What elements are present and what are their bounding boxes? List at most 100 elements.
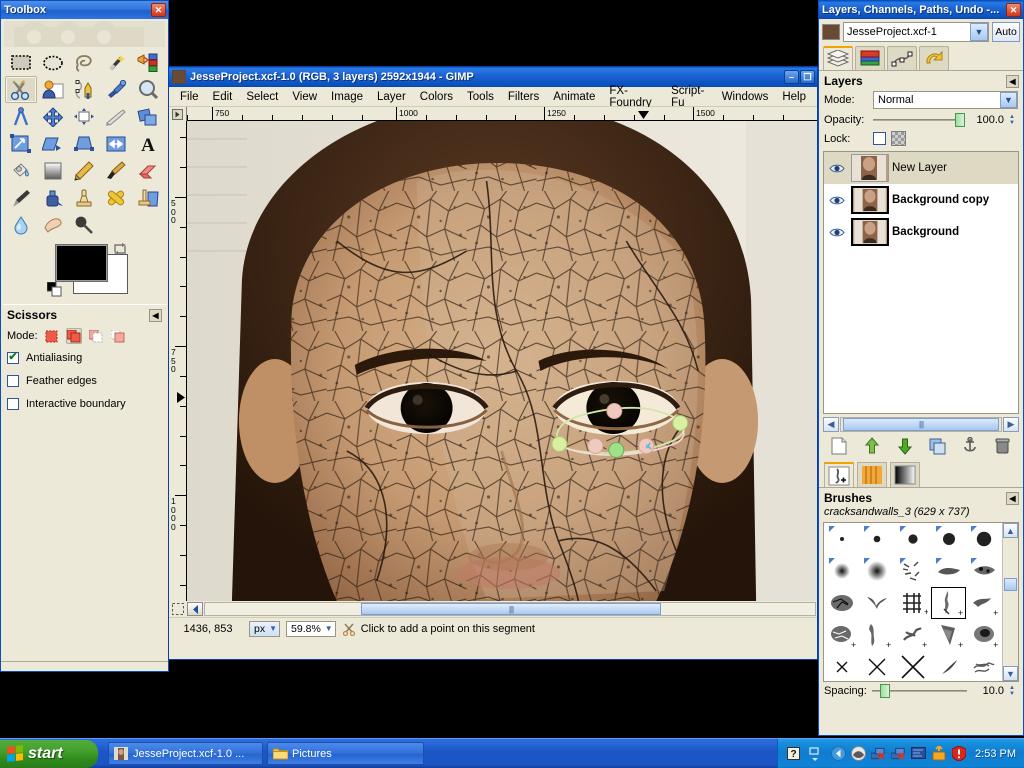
list-item[interactable]: + <box>895 587 931 619</box>
layer-scrollbar-thumb[interactable]: |||| <box>843 418 999 431</box>
list-item[interactable]: + <box>931 619 967 651</box>
display-tray-icon[interactable] <box>911 746 927 761</box>
list-item[interactable] <box>860 555 896 587</box>
show-hidden-icons-icon[interactable] <box>807 746 822 761</box>
menu-view[interactable]: View <box>285 89 324 105</box>
clone-tool[interactable] <box>69 184 101 211</box>
image-selector-combo[interactable]: JesseProject.xcf-1 ▼ <box>843 22 989 42</box>
dock-titlebar[interactable]: Layers, Channels, Paths, Undo -... ✕ <box>819 1 1023 19</box>
network-disconnected-2-tray-icon[interactable] <box>891 746 906 761</box>
spacing-spinner[interactable]: ▲ ▼ <box>1009 685 1018 697</box>
list-item[interactable]: + <box>966 619 1002 651</box>
menu-edit[interactable]: Edit <box>206 89 240 105</box>
layer-opacity-slider[interactable] <box>873 113 965 127</box>
rotate-tool[interactable] <box>132 103 164 130</box>
dock-close-button[interactable]: ✕ <box>1006 3 1021 17</box>
taskbar-button-gimp[interactable]: JesseProject.xcf-1.0 ... <box>108 742 263 765</box>
eraser-tool[interactable] <box>132 157 164 184</box>
opacity-spinner[interactable]: ▲ ▼ <box>1009 114 1018 126</box>
swap-colors-icon[interactable] <box>113 242 127 256</box>
heal-tool[interactable] <box>100 184 132 211</box>
free-select-tool[interactable] <box>69 49 101 76</box>
paths-tool[interactable] <box>69 76 101 103</box>
patterns-tab[interactable] <box>857 462 887 487</box>
antialiasing-row[interactable]: ✔ Antialiasing <box>7 352 162 364</box>
menu-animate[interactable]: Animate <box>546 89 602 105</box>
layer-mode-combo[interactable]: Normal ▼ <box>873 91 1018 109</box>
ink-tool[interactable] <box>37 184 69 211</box>
unit-selector[interactable]: px ▼ <box>249 620 281 637</box>
mode-replace-button[interactable] <box>44 328 60 344</box>
layer-visibility-toggle[interactable] <box>826 190 848 210</box>
menu-select[interactable]: Select <box>239 89 285 105</box>
lock-pixels-checkbox[interactable] <box>873 132 886 145</box>
feather-edges-row[interactable]: Feather edges <box>7 375 162 387</box>
list-item[interactable]: + <box>824 619 860 651</box>
brushes-tab[interactable] <box>824 462 854 487</box>
gradients-tab[interactable] <box>890 462 920 487</box>
start-button[interactable]: start <box>0 739 98 768</box>
list-item[interactable] <box>966 651 1002 683</box>
list-item[interactable] <box>931 651 967 683</box>
scissors-select-tool[interactable] <box>5 76 37 103</box>
table-row[interactable]: New Layer <box>824 152 1018 184</box>
update-tray-icon[interactable] <box>931 746 946 761</box>
list-item[interactable]: + <box>860 619 896 651</box>
table-row[interactable]: Background <box>824 216 1018 248</box>
color-picker-tool[interactable] <box>100 76 132 103</box>
image-selector-chevron-down-icon[interactable]: ▼ <box>970 23 988 41</box>
blur-sharpen-tool[interactable] <box>5 211 37 238</box>
list-item[interactable] <box>860 587 896 619</box>
ellipse-select-tool[interactable] <box>37 49 69 76</box>
flip-tool[interactable] <box>100 130 132 157</box>
taskbar-button-pictures[interactable]: Pictures <box>267 742 424 765</box>
quickmask-toggle-button[interactable] <box>169 601 187 617</box>
tool-options-collapse-button[interactable]: ◀ <box>149 308 162 322</box>
layer-scroll-left-button[interactable]: ◀ <box>823 417 839 432</box>
scale-tool[interactable] <box>5 130 37 157</box>
scroll-left-button[interactable] <box>187 602 203 616</box>
layer-visibility-toggle[interactable] <box>826 158 848 178</box>
list-item[interactable]: + <box>966 587 1002 619</box>
select-by-color-tool[interactable] <box>132 49 164 76</box>
menu-help[interactable]: Help <box>775 89 813 105</box>
text-tool[interactable]: A <box>132 130 164 157</box>
lower-layer-button[interactable] <box>892 436 918 456</box>
horizontal-scrollbar-track[interactable]: |||| <box>204 602 816 616</box>
raise-layer-button[interactable] <box>859 436 885 456</box>
list-item[interactable] <box>895 651 931 683</box>
menu-windows[interactable]: Windows <box>715 89 776 105</box>
list-item[interactable] <box>895 555 931 587</box>
network-disconnected-tray-icon[interactable] <box>871 746 886 761</box>
new-layer-button[interactable] <box>826 436 852 456</box>
menu-tools[interactable]: Tools <box>460 89 501 105</box>
brush-spacing-slider[interactable] <box>871 684 967 698</box>
list-item[interactable] <box>824 523 860 555</box>
gimp-titlebar[interactable]: JesseProject.xcf-1.0 (RGB, 3 layers) 259… <box>169 67 817 87</box>
list-item[interactable] <box>824 587 860 619</box>
paths-tab[interactable] <box>887 46 917 70</box>
gimp-minimize-button[interactable]: – <box>784 70 799 84</box>
perspective-clone-tool[interactable] <box>132 184 164 211</box>
help-tray-icon[interactable]: ? <box>786 746 801 761</box>
layer-scroll-right-button[interactable]: ▶ <box>1003 417 1019 432</box>
opacity-slider-knob[interactable] <box>955 113 965 127</box>
perspective-tool[interactable] <box>69 130 101 157</box>
vertical-ruler[interactable]: 500 750 1000 <box>169 121 187 601</box>
list-item[interactable] <box>895 523 931 555</box>
toolbox-titlebar[interactable]: Toolbox ✕ <box>1 1 168 19</box>
reset-colors-icon[interactable] <box>46 281 63 297</box>
list-item[interactable] <box>931 523 967 555</box>
list-item[interactable] <box>966 523 1002 555</box>
horizontal-ruler[interactable]: 750 1000 1250 1500 <box>187 107 817 121</box>
auto-follow-button[interactable]: Auto <box>992 22 1020 42</box>
brush-scroll-up-button[interactable]: ▲ <box>1003 523 1018 538</box>
zoom-tool[interactable] <box>132 76 164 103</box>
brush-scrollbar-thumb[interactable] <box>1004 578 1017 591</box>
channels-tab[interactable] <box>855 46 885 70</box>
menu-layer[interactable]: Layer <box>370 89 413 105</box>
table-row[interactable]: Background copy <box>824 184 1018 216</box>
spacing-slider-knob[interactable] <box>879 684 890 698</box>
feather-edges-checkbox[interactable] <box>7 375 19 387</box>
image-canvas[interactable] <box>187 121 817 601</box>
